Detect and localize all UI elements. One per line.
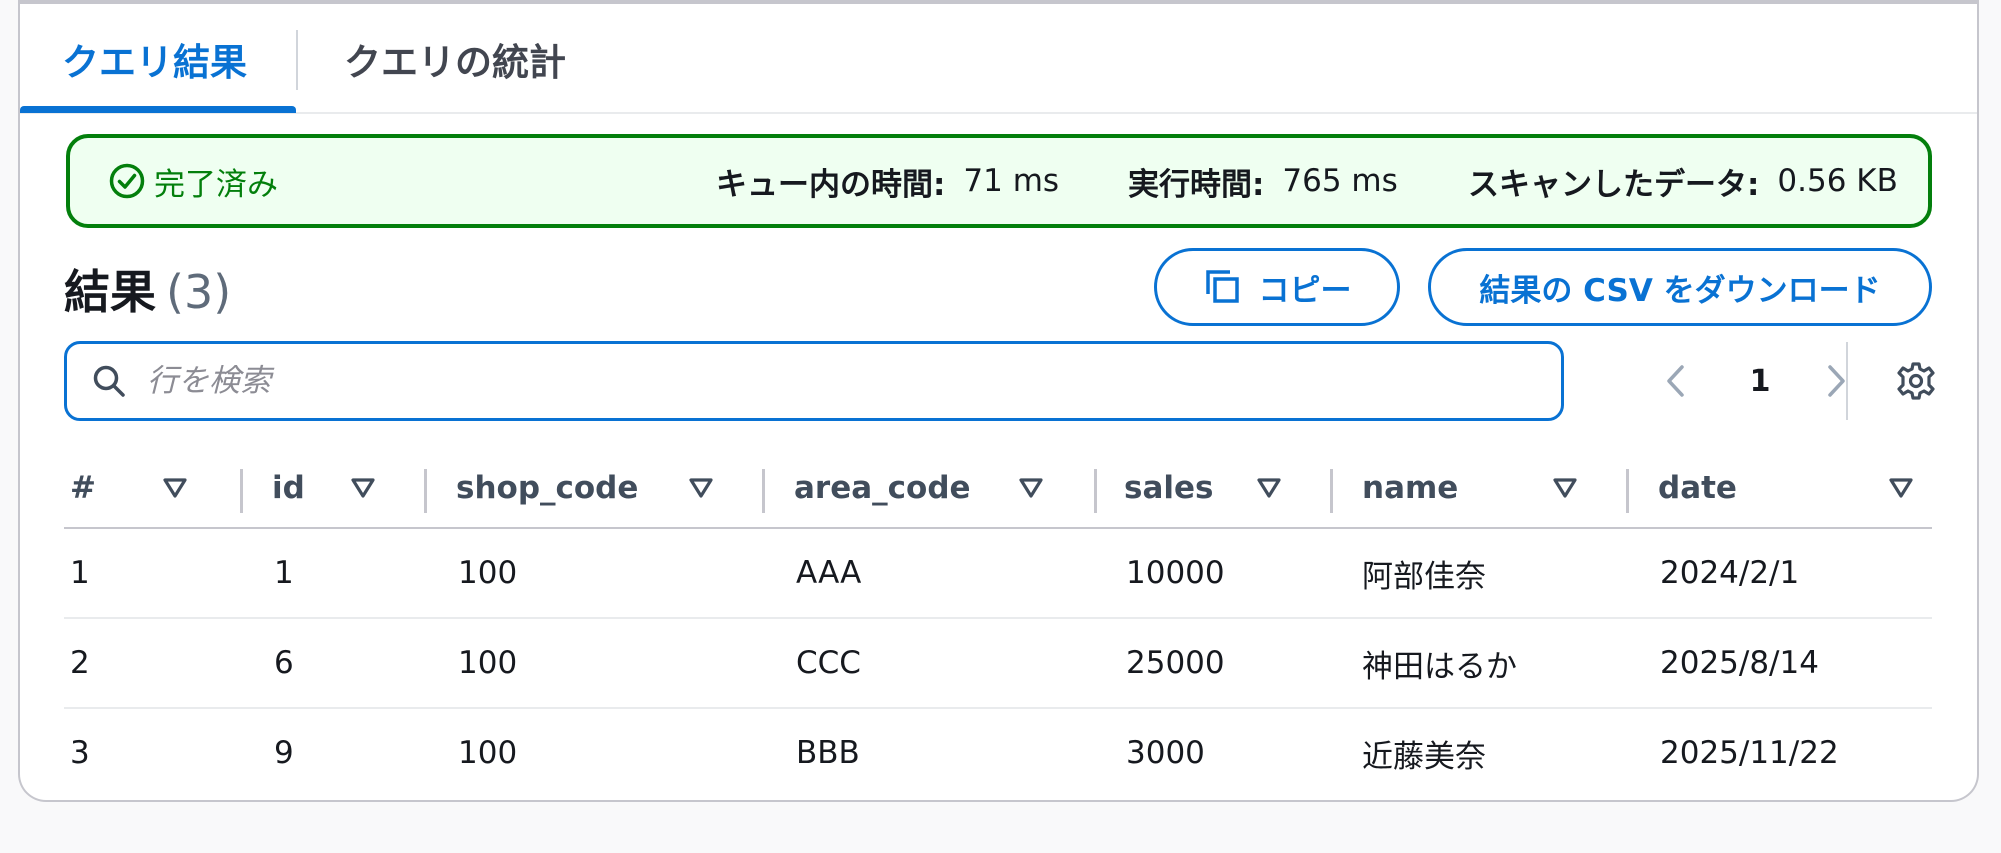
sort-area-code-button[interactable] <box>1018 449 1044 527</box>
cell-area-code: BBB <box>796 735 860 771</box>
stat-value: 0.56 KB <box>1777 163 1898 199</box>
cell-date: 2025/11/22 <box>1660 735 1839 771</box>
sort-shop-code-button[interactable] <box>688 449 714 527</box>
copy-button[interactable]: コピー <box>1154 248 1400 326</box>
cell-sales: 25000 <box>1126 645 1225 681</box>
search-box <box>64 341 1564 421</box>
cell-date: 2024/2/1 <box>1660 555 1800 591</box>
chevron-right-icon <box>1828 365 1845 397</box>
column-resizer[interactable] <box>1330 469 1333 513</box>
table-settings-button[interactable] <box>1892 341 1940 421</box>
cell-sales: 10000 <box>1126 555 1225 591</box>
sort-date-button[interactable] <box>1888 449 1914 527</box>
cell-area-code: CCC <box>796 645 861 681</box>
sort-sales-button[interactable] <box>1256 449 1282 527</box>
column-resizer[interactable] <box>1094 469 1097 513</box>
copy-label: コピー <box>1258 272 1352 309</box>
sort-down-icon <box>163 478 187 498</box>
cell-id: 6 <box>274 645 294 681</box>
chevron-left-icon <box>1667 365 1684 397</box>
table-row: 3 9 100 BBB 3000 近藤美奈 2025/11/22 <box>64 709 1932 799</box>
next-page-button[interactable] <box>1816 341 1856 421</box>
column-header-sales[interactable]: sales <box>1124 449 1213 527</box>
status-label: 完了済み <box>154 166 278 203</box>
table-row: 2 6 100 CCC 25000 神田はるか 2025/8/14 <box>64 619 1932 709</box>
status-completed: 完了済み <box>108 138 278 224</box>
cell-area-code: AAA <box>796 555 862 591</box>
cell-index: 3 <box>70 735 90 771</box>
tab-divider <box>296 30 298 90</box>
cell-index: 2 <box>70 645 90 681</box>
stat-key: スキャンしたデータ: <box>1468 166 1760 203</box>
sort-name-button[interactable] <box>1552 449 1578 527</box>
stat-value: 765 ms <box>1282 163 1398 199</box>
download-csv-label: 結果の CSV をダウンロード <box>1479 272 1881 309</box>
current-page-number: 1 <box>1749 363 1771 399</box>
sort-id-button[interactable] <box>350 449 376 527</box>
cell-shop-code: 100 <box>458 645 518 681</box>
page-number-button[interactable]: 1 <box>1740 341 1780 421</box>
sort-down-icon <box>1889 478 1913 498</box>
column-header-date[interactable]: date <box>1658 449 1737 527</box>
sort-index-button[interactable] <box>162 449 188 527</box>
results-heading: 結果 (3) <box>64 256 231 322</box>
column-header-id[interactable]: id <box>272 449 305 527</box>
table-header: # id shop_code area_code sales name date <box>64 449 1932 529</box>
column-header-area-code[interactable]: area_code <box>794 449 971 527</box>
tab-query-results[interactable]: クエリ結果 <box>62 4 247 114</box>
sort-down-icon <box>1553 478 1577 498</box>
cell-id: 9 <box>274 735 294 771</box>
column-header-index[interactable]: # <box>70 449 96 527</box>
cell-index: 1 <box>70 555 90 591</box>
column-resizer[interactable] <box>762 469 765 513</box>
active-tab-indicator <box>20 106 296 113</box>
previous-page-button[interactable] <box>1656 341 1696 421</box>
status-banner: 完了済み キュー内の時間: 71 ms 実行時間: 765 ms スキャンしたデ… <box>66 134 1932 228</box>
column-resizer[interactable] <box>424 469 427 513</box>
cell-id: 1 <box>274 555 294 591</box>
search-input[interactable] <box>147 363 1527 399</box>
download-csv-button[interactable]: 結果の CSV をダウンロード <box>1428 248 1932 326</box>
tab-label: クエリの統計 <box>344 41 566 84</box>
copy-icon <box>1205 270 1239 303</box>
column-header-shop-code[interactable]: shop_code <box>456 449 638 527</box>
pagination-divider <box>1846 342 1848 420</box>
results-count: (3) <box>166 265 232 319</box>
cell-shop-code: 100 <box>458 555 518 591</box>
cell-shop-code: 100 <box>458 735 518 771</box>
gear-icon <box>1897 362 1935 400</box>
cell-sales: 3000 <box>1126 735 1205 771</box>
check-circle-icon <box>109 163 145 199</box>
stat-key: キュー内の時間: <box>716 166 946 203</box>
sort-down-icon <box>689 478 713 498</box>
cell-date: 2025/8/14 <box>1660 645 1819 681</box>
tab-bar: クエリ結果 クエリの統計 <box>20 4 1977 114</box>
table-row: 1 1 100 AAA 10000 阿部佳奈 2024/2/1 <box>64 529 1932 619</box>
column-resizer[interactable] <box>240 469 243 513</box>
query-results-panel: クエリ結果 クエリの統計 完了済み キュー内の時間: 71 ms 実行時間: 7… <box>18 0 1979 802</box>
cell-name: 神田はるか <box>1362 648 1517 685</box>
tab-query-stats[interactable]: クエリの統計 <box>344 4 566 114</box>
sort-down-icon <box>1019 478 1043 498</box>
stat-data-scanned: スキャンしたデータ: 0.56 KB <box>1468 138 1898 224</box>
cell-name: 近藤美奈 <box>1362 738 1486 775</box>
search-icon <box>93 365 125 397</box>
stat-queue-time: キュー内の時間: 71 ms <box>716 138 1059 224</box>
column-resizer[interactable] <box>1626 469 1629 513</box>
stat-value: 71 ms <box>963 163 1060 199</box>
tab-label: クエリ結果 <box>62 41 247 84</box>
column-header-name[interactable]: name <box>1362 449 1458 527</box>
cell-name: 阿部佳奈 <box>1362 558 1486 595</box>
stat-run-time: 実行時間: 765 ms <box>1128 138 1398 224</box>
results-title: 結果 <box>64 265 156 319</box>
stat-key: 実行時間: <box>1128 166 1265 203</box>
sort-down-icon <box>351 478 375 498</box>
sort-down-icon <box>1257 478 1281 498</box>
